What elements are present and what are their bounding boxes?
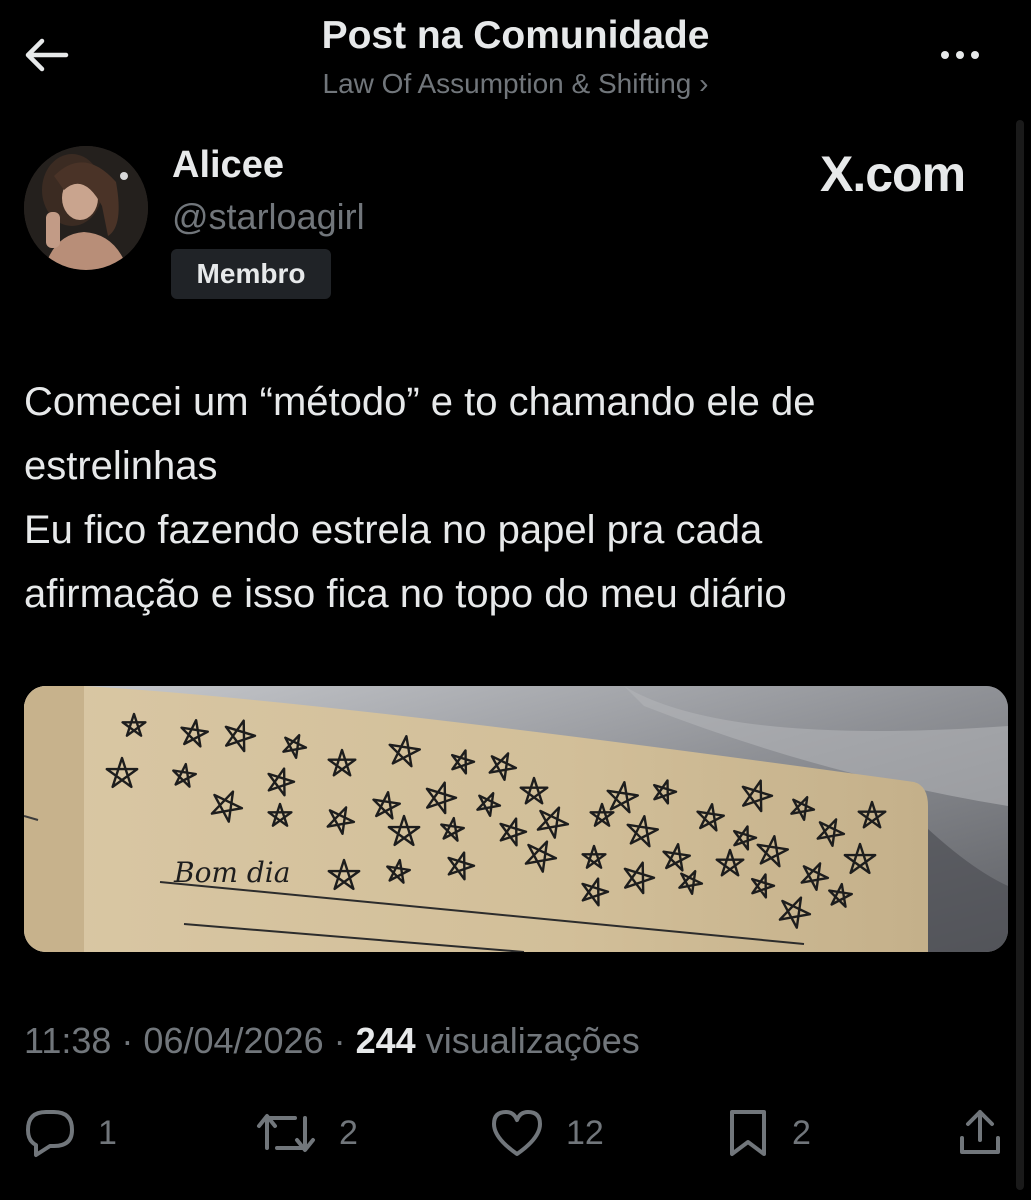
- post-date: 06/04/2026: [143, 1020, 324, 1061]
- author-name[interactable]: Alicee: [172, 144, 284, 187]
- brand-watermark: X.com: [820, 145, 966, 203]
- scrollbar[interactable]: [1016, 120, 1024, 1190]
- post-image[interactable]: Bom dia: [24, 686, 1008, 952]
- brand-text: X.com: [820, 146, 966, 202]
- repost-button[interactable]: 2: [255, 1108, 358, 1158]
- more-icon: [941, 51, 979, 59]
- views-count: 244: [355, 1020, 416, 1061]
- share-icon: [960, 1110, 1000, 1154]
- like-button[interactable]: 12: [490, 1108, 604, 1158]
- page-title: Post na Comunidade: [321, 14, 710, 57]
- author-handle[interactable]: @starloagirl: [172, 196, 365, 238]
- meta-separator: ·: [111, 1020, 144, 1061]
- like-icon: [492, 1110, 542, 1156]
- post-time: 11:38: [24, 1020, 112, 1061]
- media-caption: Bom dia: [173, 856, 290, 889]
- more-button[interactable]: [930, 40, 990, 70]
- reply-button[interactable]: 1: [24, 1108, 117, 1158]
- reply-icon: [26, 1110, 74, 1157]
- repost-icon: [257, 1114, 315, 1152]
- meta-separator: ·: [323, 1020, 356, 1061]
- post-text: Comecei um “método” e to chamando ele de…: [24, 380, 816, 616]
- bookmark-button[interactable]: 2: [726, 1108, 811, 1158]
- bookmark-count: 2: [792, 1113, 811, 1152]
- post-meta: 11:38 · 06/04/2026 · 244 visualizações: [24, 1020, 640, 1062]
- like-count: 12: [566, 1113, 604, 1152]
- repost-count: 2: [339, 1113, 358, 1152]
- reply-count: 1: [98, 1113, 117, 1152]
- member-badge: Membro: [171, 249, 331, 299]
- avatar[interactable]: [24, 146, 148, 270]
- bookmark-icon: [730, 1110, 766, 1156]
- community-link[interactable]: Law Of Assumption & Shifting ›: [0, 68, 1031, 100]
- share-button[interactable]: [958, 1108, 1002, 1158]
- views-label: visualizações: [425, 1020, 640, 1061]
